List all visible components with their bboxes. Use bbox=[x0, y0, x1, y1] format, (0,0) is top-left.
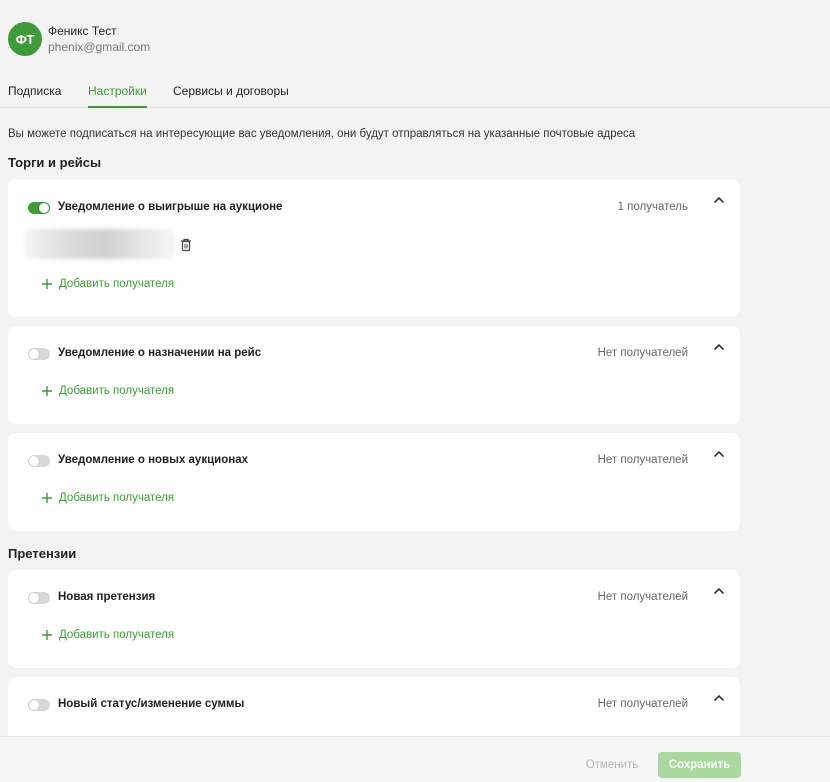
tab-services-contracts[interactable]: Сервисы и договоры bbox=[173, 84, 289, 108]
toggle-status-change[interactable] bbox=[28, 699, 50, 711]
action-footer: Отменить Сохранить bbox=[0, 736, 830, 782]
section-title-claims: Претензии bbox=[8, 546, 77, 561]
card-title: Уведомление о новых аукционах bbox=[58, 454, 248, 466]
toggle-new-claim[interactable] bbox=[28, 592, 50, 604]
add-recipient-label: Добавить получателя bbox=[59, 629, 175, 641]
user-email: phenix@gmail.com bbox=[48, 40, 151, 54]
card-title: Уведомление о назначении на рейс bbox=[58, 347, 262, 359]
info-text: Вы можете подписаться на интересующие ва… bbox=[8, 128, 636, 140]
user-name: Феникс Тест bbox=[48, 24, 117, 38]
recipient-count: Нет получателей bbox=[597, 347, 688, 359]
recipient-count: 1 получатель bbox=[617, 201, 688, 213]
add-recipient-label: Добавить получателя bbox=[59, 492, 175, 504]
add-recipient-label: Добавить получателя bbox=[59, 385, 175, 397]
notification-card-new-claim: Новая претензия Нет получателей Добавить… bbox=[8, 570, 740, 668]
notification-card-status-change: Новый статус/изменение суммы Нет получат… bbox=[8, 677, 740, 736]
chevron-up-icon[interactable] bbox=[712, 193, 726, 207]
card-title: Уведомление о выигрыше на аукционе bbox=[58, 201, 283, 213]
add-recipient-label: Добавить получателя bbox=[59, 278, 175, 290]
profile-header: ФТ Феникс Тест phenix@gmail.com Подписка… bbox=[0, 0, 830, 125]
tab-subscription[interactable]: Подписка bbox=[8, 84, 61, 108]
toggle-new-auctions[interactable] bbox=[28, 455, 50, 467]
notification-card-auction-win: Уведомление о выигрыше на аукционе 1 пол… bbox=[8, 179, 740, 317]
toggle-trip-assignment[interactable] bbox=[28, 348, 50, 360]
plus-icon bbox=[42, 386, 52, 396]
plus-icon bbox=[42, 279, 52, 289]
recipient-count: Нет получателей bbox=[597, 591, 688, 603]
chevron-up-icon[interactable] bbox=[712, 584, 726, 598]
save-button[interactable]: Сохранить bbox=[658, 752, 741, 778]
plus-icon bbox=[42, 630, 52, 640]
plus-icon bbox=[42, 493, 52, 503]
section-title-auctions: Торги и рейсы bbox=[8, 155, 102, 170]
avatar: ФТ bbox=[8, 22, 42, 56]
add-recipient-button[interactable]: Добавить получателя bbox=[41, 492, 174, 504]
notification-card-new-auctions: Уведомление о новых аукционах Нет получа… bbox=[8, 433, 740, 531]
tab-bar: Подписка Настройки Сервисы и договоры bbox=[0, 82, 830, 108]
recipient-count: Нет получателей bbox=[597, 454, 688, 466]
notification-card-trip-assignment: Уведомление о назначении на рейс Нет пол… bbox=[8, 326, 740, 424]
add-recipient-button[interactable]: Добавить получателя bbox=[41, 278, 174, 290]
chevron-up-icon[interactable] bbox=[712, 691, 726, 705]
add-recipient-button[interactable]: Добавить получателя bbox=[41, 385, 174, 397]
tab-settings[interactable]: Настройки bbox=[88, 84, 147, 108]
chevron-up-icon[interactable] bbox=[712, 447, 726, 461]
recipient-count: Нет получателей bbox=[597, 698, 688, 710]
cancel-button[interactable]: Отменить bbox=[574, 752, 650, 778]
recipient-email-blurred bbox=[24, 229, 174, 259]
card-title: Новый статус/изменение суммы bbox=[58, 698, 245, 710]
toggle-auction-win[interactable] bbox=[28, 202, 50, 214]
card-title: Новая претензия bbox=[58, 591, 156, 603]
trash-icon[interactable] bbox=[180, 238, 192, 252]
add-recipient-button[interactable]: Добавить получателя bbox=[41, 629, 174, 641]
chevron-up-icon[interactable] bbox=[712, 340, 726, 354]
